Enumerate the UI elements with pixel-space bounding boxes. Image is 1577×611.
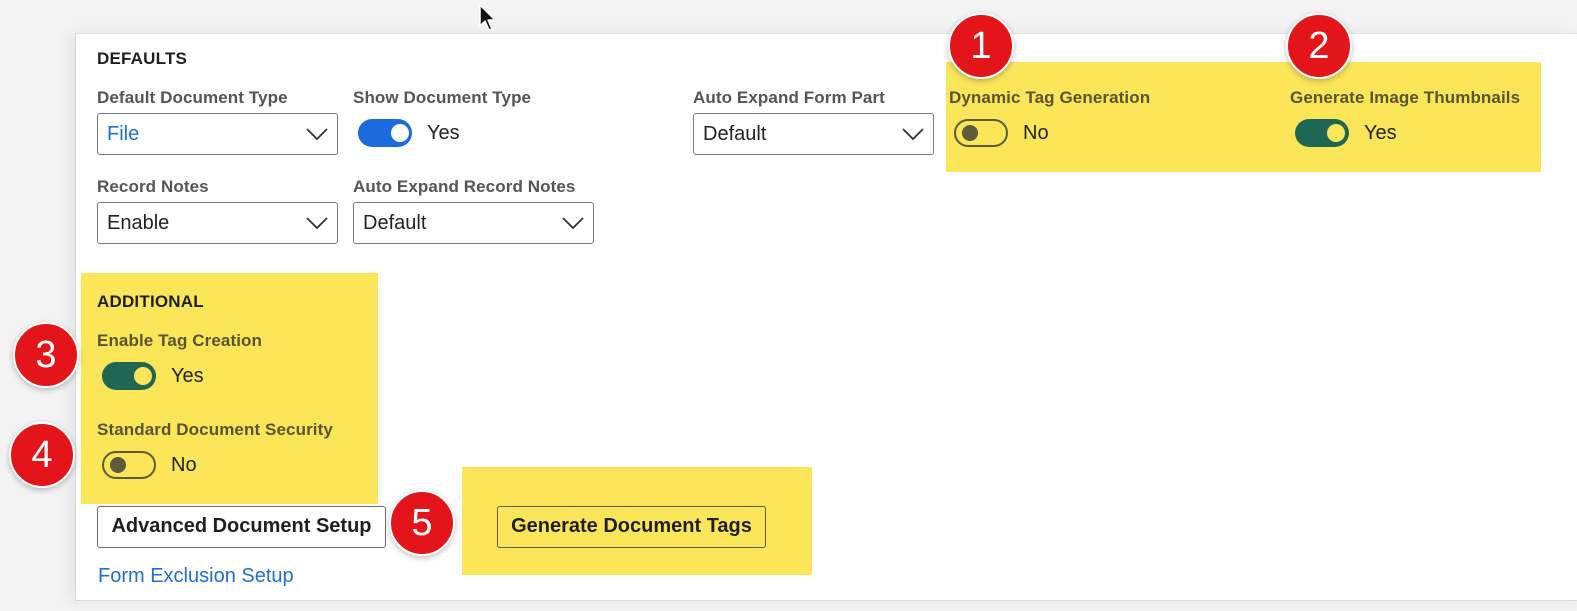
select-value: Default	[363, 212, 427, 234]
toggle-standard-document-security[interactable]: No	[102, 451, 197, 479]
toggle-value: No	[171, 453, 197, 476]
label-dynamic-tag-generation: Dynamic Tag Generation	[949, 88, 1151, 107]
label-auto-expand-record-notes: Auto Expand Record Notes	[353, 177, 576, 196]
label-standard-document-security: Standard Document Security	[97, 420, 333, 439]
section-title-additional: ADDITIONAL	[97, 292, 204, 311]
callout-badge-5: 5	[389, 490, 455, 556]
toggle-show-document-type[interactable]: Yes	[358, 119, 460, 147]
label-auto-expand-form-part: Auto Expand Form Part	[693, 88, 885, 107]
callout-badge-4: 4	[9, 422, 75, 488]
form-exclusion-setup-link[interactable]: Form Exclusion Setup	[98, 565, 294, 588]
toggle-switch[interactable]	[954, 119, 1008, 147]
toggle-knob	[1327, 124, 1345, 142]
toggle-enable-tag-creation[interactable]: Yes	[102, 362, 204, 390]
callout-badge-3: 3	[13, 322, 79, 388]
toggle-switch[interactable]	[1295, 119, 1349, 147]
callout-badge-2: 2	[1286, 13, 1352, 79]
label-generate-image-thumbnails: Generate Image Thumbnails	[1290, 88, 1521, 107]
select-default-document-type[interactable]: File	[97, 113, 338, 155]
toggle-dynamic-tag-generation[interactable]: No	[954, 119, 1049, 147]
callout-badge-1: 1	[948, 13, 1014, 79]
toggle-knob	[110, 457, 126, 473]
toggle-value: Yes	[1364, 121, 1397, 144]
label-record-notes: Record Notes	[97, 177, 209, 196]
toggle-generate-image-thumbnails[interactable]: Yes	[1295, 119, 1397, 147]
toggle-knob	[134, 367, 152, 385]
label-show-document-type: Show Document Type	[353, 88, 532, 107]
label-default-document-type: Default Document Type	[97, 88, 288, 107]
generate-document-tags-button[interactable]: Generate Document Tags	[497, 506, 766, 548]
mouse-pointer-icon	[479, 4, 496, 31]
toggle-value: Yes	[427, 121, 460, 144]
toggle-value: No	[1023, 121, 1049, 144]
select-value: Enable	[107, 212, 170, 234]
chevron-down-icon	[306, 217, 328, 230]
select-value: File	[107, 123, 140, 145]
toggle-knob	[391, 124, 409, 142]
select-auto-expand-form-part[interactable]: Default	[693, 113, 934, 155]
chevron-down-icon	[902, 128, 924, 141]
select-auto-expand-record-notes[interactable]: Default	[353, 202, 594, 244]
label-enable-tag-creation: Enable Tag Creation	[97, 331, 263, 350]
select-record-notes[interactable]: Enable	[97, 202, 338, 244]
advanced-document-setup-button[interactable]: Advanced Document Setup	[97, 506, 386, 548]
select-value: Default	[703, 123, 767, 145]
chevron-down-icon	[306, 128, 328, 141]
highlight-defaults-right	[946, 62, 1541, 172]
toggle-value: Yes	[171, 364, 204, 387]
toggle-switch[interactable]	[102, 451, 156, 479]
section-title-defaults: DEFAULTS	[97, 49, 188, 68]
chevron-down-icon	[562, 217, 584, 230]
toggle-knob	[962, 125, 978, 141]
toggle-switch[interactable]	[358, 119, 412, 147]
toggle-switch[interactable]	[102, 362, 156, 390]
